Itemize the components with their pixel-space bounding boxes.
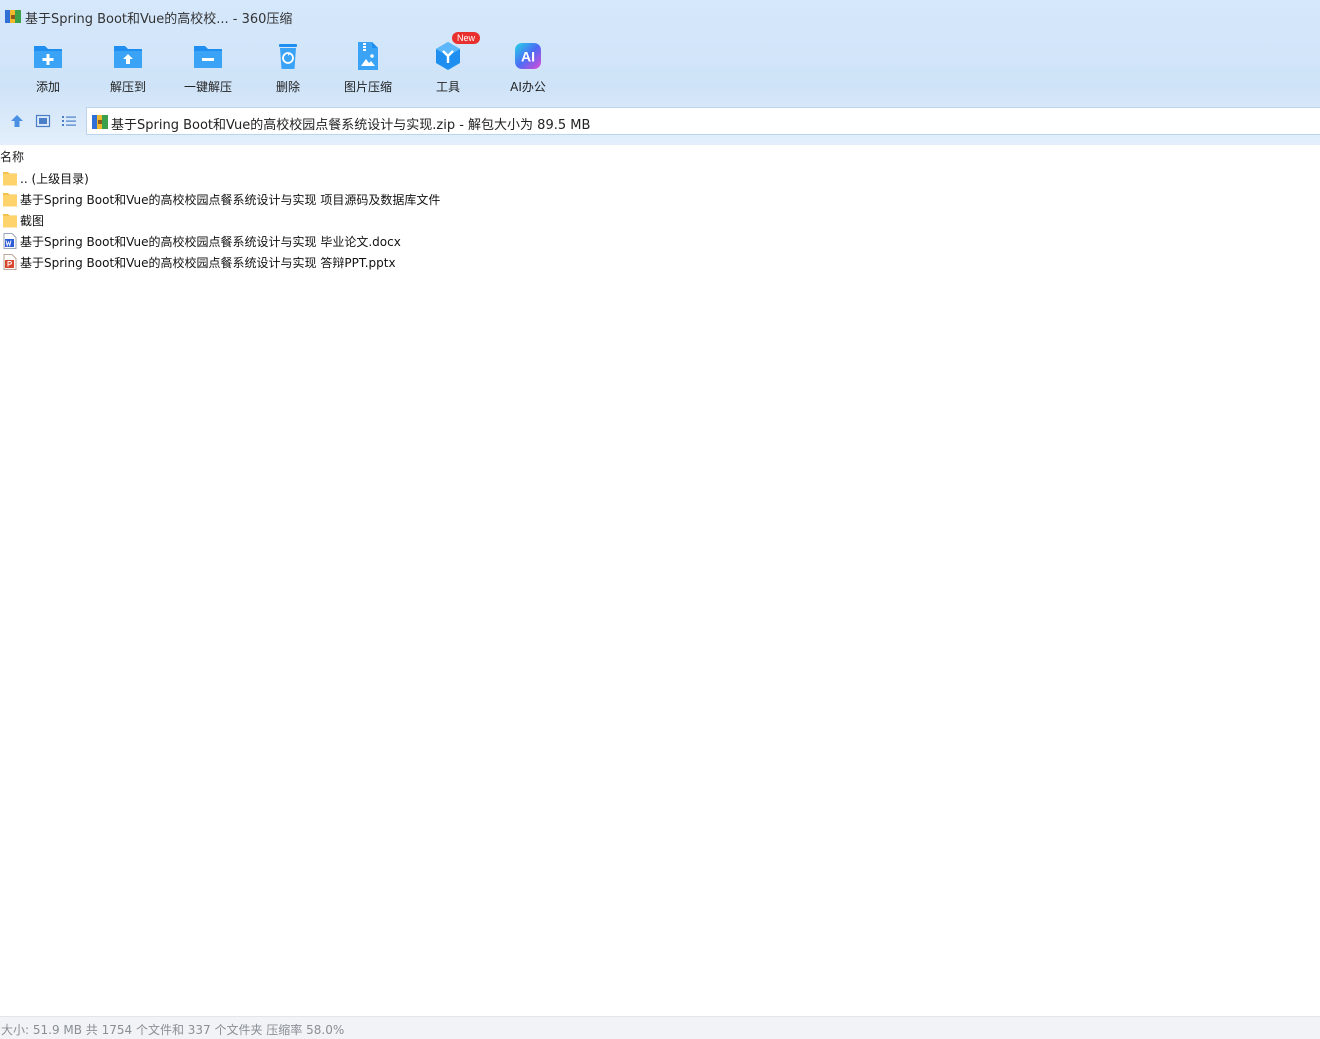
list-item-folder[interactable]: 截图 <box>0 210 1320 231</box>
toolbar: 添加 解压到 一键解压 删除 图片压缩 New 工具 AI AI办公 <box>8 32 568 100</box>
address-text: 基于Spring Boot和Vue的高校校园点餐系统设计与实现.zip - 解包… <box>111 114 590 133</box>
add-folder-icon <box>34 46 62 68</box>
ai-icon-text: AI <box>521 49 535 65</box>
powerpoint-document-icon <box>3 254 17 270</box>
tools-icon <box>436 42 460 70</box>
list-item-parent-dir[interactable]: .. (上级目录) <box>0 168 1320 189</box>
new-badge: New <box>452 32 481 44</box>
one-click-extract-icon <box>194 46 222 68</box>
folder-icon <box>3 172 17 186</box>
word-document-icon <box>3 233 17 249</box>
tools-label: 工具 <box>435 80 460 94</box>
add-button[interactable]: 添加 <box>8 38 88 100</box>
archive-icon <box>5 10 21 23</box>
tools-button[interactable]: New 工具 <box>408 32 488 100</box>
window-title: 基于Spring Boot和Vue的高校校... - 360压缩 <box>25 12 293 27</box>
list-item-name: 基于Spring Boot和Vue的高校校园点餐系统设计与实现 项目源码及数据库… <box>20 193 441 207</box>
thumbnail-view-icon[interactable] <box>35 113 51 129</box>
delete-label: 删除 <box>275 80 300 94</box>
address-bar[interactable]: 基于Spring Boot和Vue的高校校园点餐系统设计与实现.zip - 解包… <box>86 107 1320 135</box>
one-click-extract-label: 一键解压 <box>183 80 232 94</box>
file-list: .. (上级目录) 基于Spring Boot和Vue的高校校园点餐系统设计与实… <box>0 168 1320 273</box>
status-text: 大小: 51.9 MB 共 1754 个文件和 337 个文件夹 压缩率 58.… <box>1 1023 345 1037</box>
zip-file-icon <box>92 115 108 129</box>
list-item-name: 基于Spring Boot和Vue的高校校园点餐系统设计与实现 答辩PPT.pp… <box>20 256 396 270</box>
ai-icon: AI <box>515 43 541 69</box>
list-item-folder[interactable]: 基于Spring Boot和Vue的高校校园点餐系统设计与实现 项目源码及数据库… <box>0 189 1320 210</box>
address-separator: - <box>455 118 469 133</box>
folder-icon <box>3 214 17 228</box>
extract-to-label: 解压到 <box>109 80 146 94</box>
image-compress-button[interactable]: 图片压缩 <box>328 38 408 100</box>
column-name-header[interactable]: 名称 <box>0 148 24 165</box>
extract-to-button[interactable]: 解压到 <box>88 38 168 100</box>
one-click-extract-button[interactable]: 一键解压 <box>168 38 248 100</box>
list-item-file[interactable]: 基于Spring Boot和Vue的高校校园点餐系统设计与实现 答辩PPT.pp… <box>0 252 1320 273</box>
up-arrow-icon[interactable] <box>9 113 25 129</box>
add-label: 添加 <box>35 80 60 94</box>
status-bar: 大小: 51.9 MB 共 1754 个文件和 337 个文件夹 压缩率 58.… <box>0 1016 1320 1039</box>
recycle-bin-icon <box>279 44 297 69</box>
column-header[interactable]: 名称 <box>0 147 1320 165</box>
nav-row: 基于Spring Boot和Vue的高校校园点餐系统设计与实现.zip - 解包… <box>0 107 1320 135</box>
unpacked-size: 解包大小为 89.5 MB <box>468 118 591 133</box>
image-compress-label: 图片压缩 <box>343 80 392 94</box>
list-view-icon[interactable] <box>61 113 77 129</box>
folder-icon <box>3 193 17 207</box>
delete-button[interactable]: 删除 <box>248 38 328 100</box>
archive-path: 基于Spring Boot和Vue的高校校园点餐系统设计与实现.zip <box>111 118 456 133</box>
ai-office-button[interactable]: AI AI办公 <box>488 38 568 100</box>
extract-to-icon <box>114 46 142 68</box>
image-compress-icon <box>358 42 378 70</box>
list-item-name: 截图 <box>20 214 45 228</box>
ai-office-label: AI办公 <box>510 80 546 94</box>
list-item-file[interactable]: 基于Spring Boot和Vue的高校校园点餐系统设计与实现 毕业论文.doc… <box>0 231 1320 252</box>
list-item-name: .. (上级目录) <box>20 172 89 186</box>
title-bar[interactable]: 基于Spring Boot和Vue的高校校... - 360压缩 <box>0 0 1320 32</box>
list-item-name: 基于Spring Boot和Vue的高校校园点餐系统设计与实现 毕业论文.doc… <box>20 235 401 249</box>
